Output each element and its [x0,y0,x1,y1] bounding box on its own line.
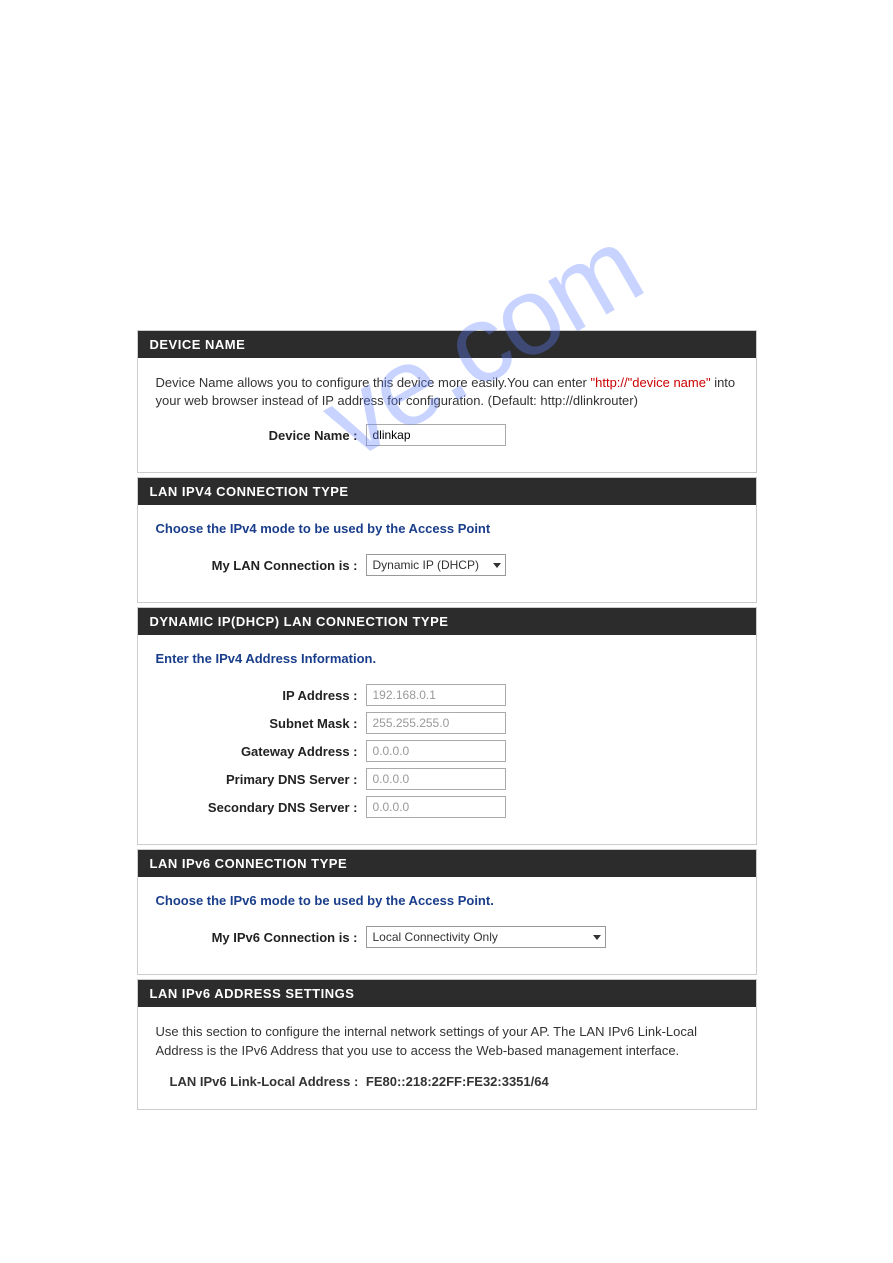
chevron-down-icon [493,563,501,568]
gateway-address-label: Gateway Address : [156,744,366,759]
ipv6-address-header: LAN IPv6 ADDRESS SETTINGS [138,980,756,1007]
chevron-down-icon [593,935,601,940]
ipv4-address-subhead: Enter the IPv4 Address Information. [156,651,738,666]
dhcp-section: DYNAMIC IP(DHCP) LAN CONNECTION TYPE Ent… [137,607,757,845]
ipv6-link-local-label: LAN IPv6 Link-Local Address : [170,1074,359,1089]
ipv6-connection-selected: Local Connectivity Only [373,930,508,944]
secondary-dns-input [366,796,506,818]
secondary-dns-label: Secondary DNS Server : [156,800,366,815]
device-name-section: DEVICE NAME Device Name allows you to co… [137,330,757,473]
desc-url-hint: "http://"device name" [591,375,711,390]
lan-connection-select[interactable]: Dynamic IP (DHCP) [366,554,506,576]
ipv6-connection-section: LAN IPv6 CONNECTION TYPE Choose the IPv6… [137,849,757,975]
ipv6-connection-select[interactable]: Local Connectivity Only [366,926,606,948]
config-panel: DEVICE NAME Device Name allows you to co… [137,330,757,1110]
subnet-mask-label: Subnet Mask : [156,716,366,731]
ipv4-connection-section: LAN IPV4 CONNECTION TYPE Choose the IPv4… [137,477,757,603]
ipv6-address-description: Use this section to configure the intern… [156,1023,738,1059]
desc-text-pre: Device Name allows you to configure this… [156,375,591,390]
ipv6-link-local-value: FE80::218:22FF:FE32:3351/64 [366,1074,549,1089]
ipv6-connection-header: LAN IPv6 CONNECTION TYPE [138,850,756,877]
primary-dns-label: Primary DNS Server : [156,772,366,787]
device-name-header: DEVICE NAME [138,331,756,358]
device-name-label: Device Name : [156,428,366,443]
lan-connection-selected: Dynamic IP (DHCP) [373,558,489,572]
ipv4-mode-subhead: Choose the IPv4 mode to be used by the A… [156,521,738,536]
ipv6-connection-label: My IPv6 Connection is : [156,930,366,945]
device-name-input[interactable] [366,424,506,446]
device-name-description: Device Name allows you to configure this… [156,374,738,410]
ipv6-link-local-row: LAN IPv6 Link-Local Address : FE80::218:… [156,1074,738,1089]
ip-address-label: IP Address : [156,688,366,703]
dhcp-header: DYNAMIC IP(DHCP) LAN CONNECTION TYPE [138,608,756,635]
ipv4-connection-header: LAN IPV4 CONNECTION TYPE [138,478,756,505]
ipv6-address-section: LAN IPv6 ADDRESS SETTINGS Use this secti… [137,979,757,1109]
lan-connection-label: My LAN Connection is : [156,558,366,573]
subnet-mask-input [366,712,506,734]
ipv6-mode-subhead: Choose the IPv6 mode to be used by the A… [156,893,738,908]
gateway-address-input [366,740,506,762]
primary-dns-input [366,768,506,790]
ip-address-input [366,684,506,706]
